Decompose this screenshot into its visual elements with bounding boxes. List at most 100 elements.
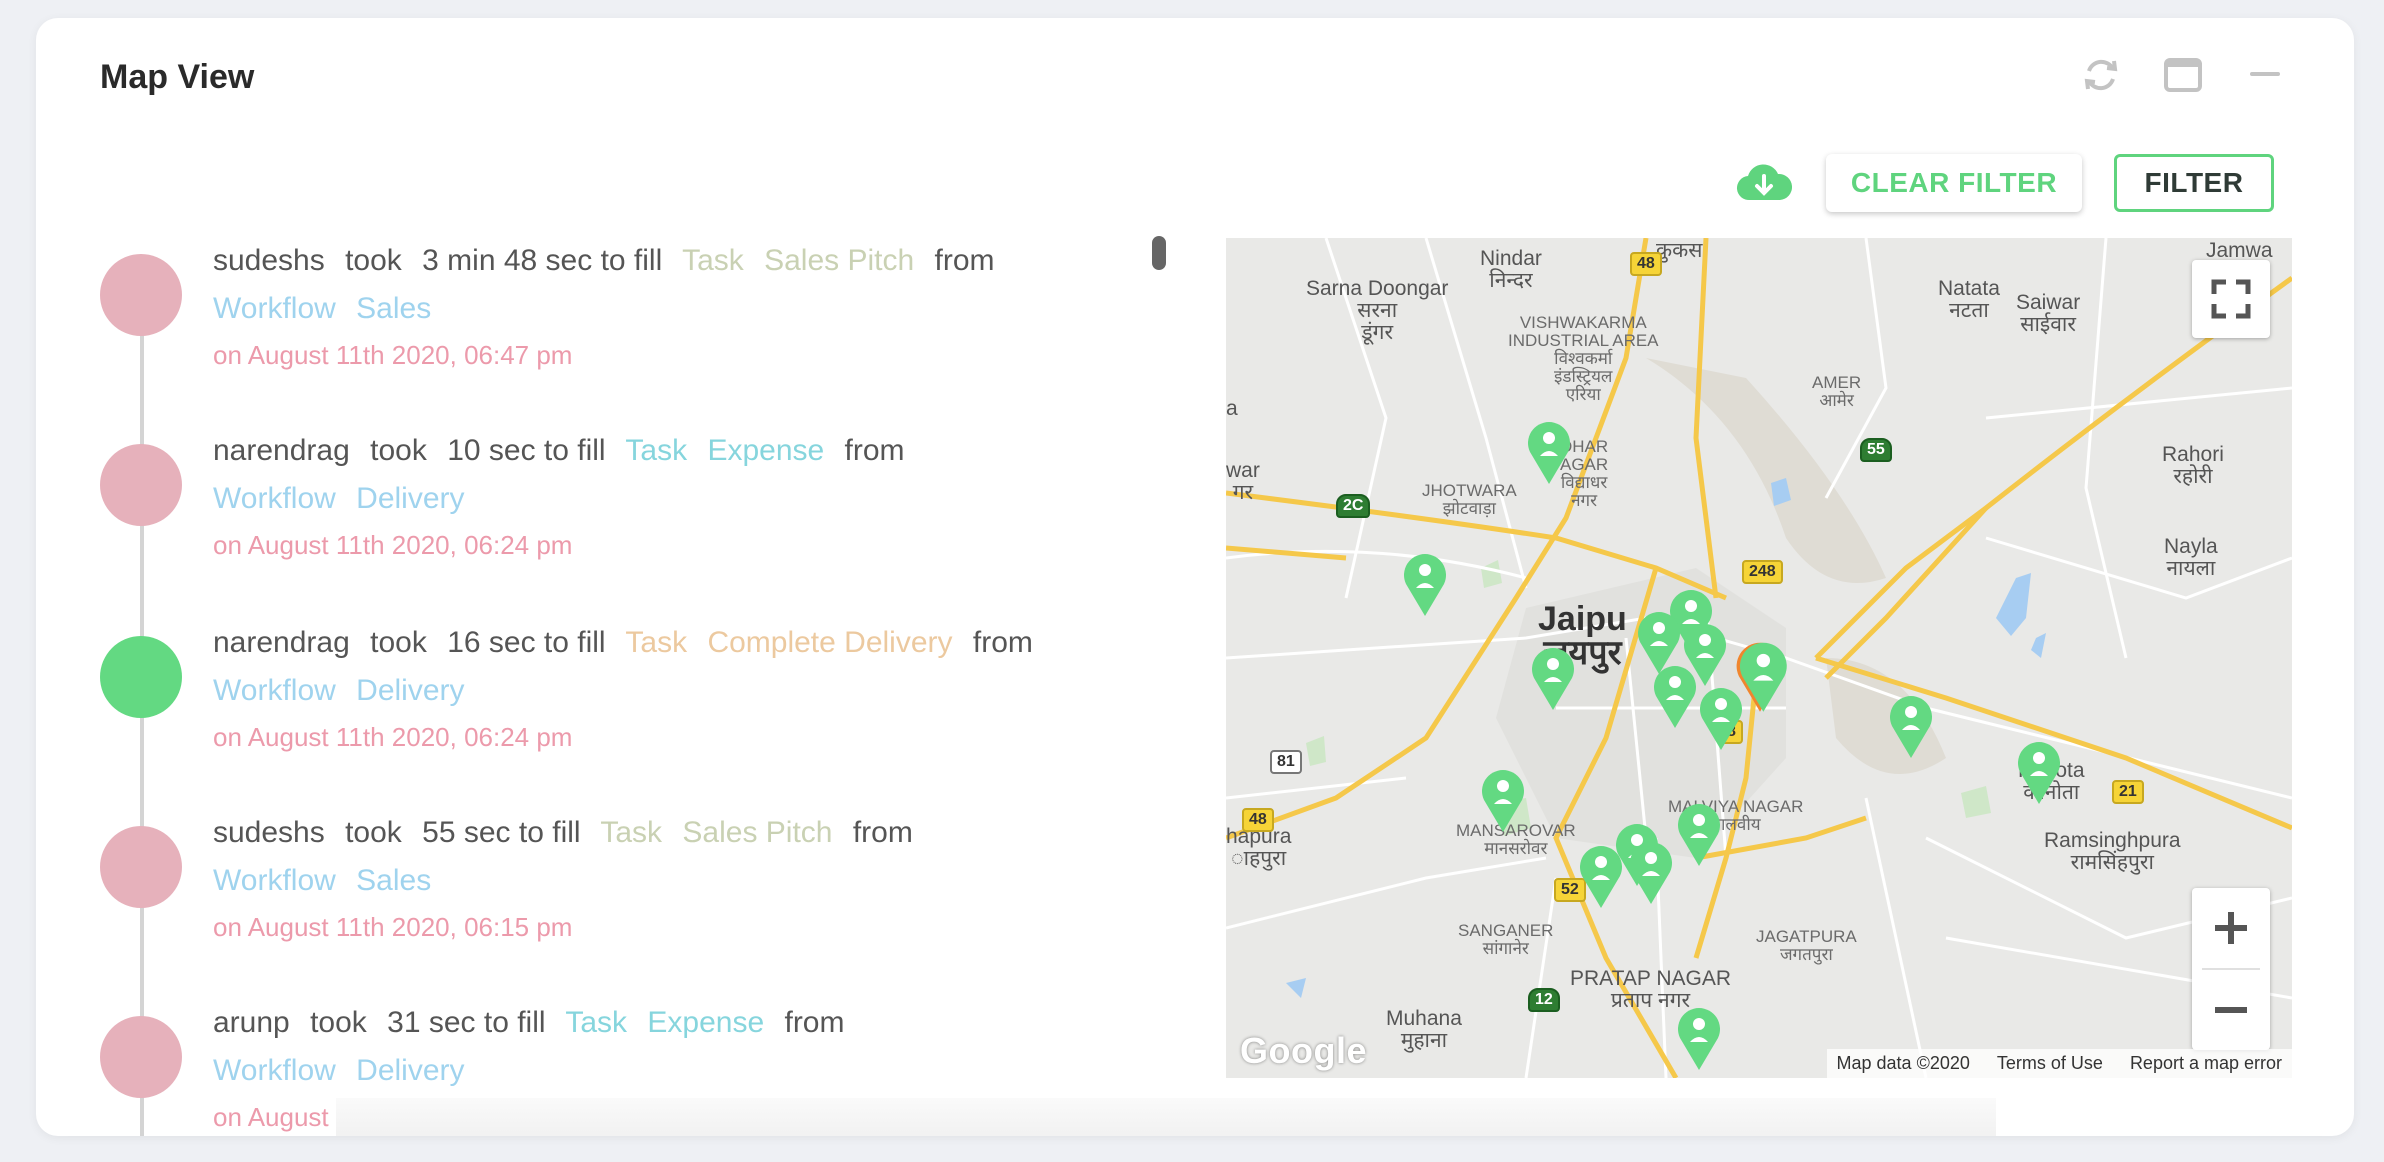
workflow-name[interactable]: Sales — [356, 864, 431, 897]
workflow-name[interactable]: Sales — [356, 292, 431, 325]
entry-user: narendrag — [213, 626, 350, 659]
task-tag[interactable]: Task — [682, 244, 744, 277]
workflow-tag[interactable]: Workflow — [213, 674, 336, 707]
map-marker-icon[interactable] — [1528, 642, 1578, 712]
card-bottom-shadow — [336, 1098, 1996, 1136]
entry-took: took — [370, 626, 427, 659]
map-label-a: a — [1226, 397, 1238, 420]
map-label-vishwakarma: VISHWAKARMA INDUSTRIAL AREA विश्वकर्मा इंडस… — [1508, 313, 1659, 404]
entry-took: took — [345, 244, 402, 277]
workflow-tag[interactable]: Workflow — [213, 1054, 336, 1087]
map-marker-icon[interactable] — [1524, 416, 1574, 486]
map-marker-icon[interactable] — [1400, 548, 1450, 618]
entry-summary: narendrag took 10 sec to fill Task Expen… — [213, 434, 917, 468]
entry-took: took — [370, 434, 427, 467]
fullscreen-button[interactable] — [2192, 260, 2270, 338]
workflow-tag[interactable]: Workflow — [213, 482, 336, 515]
activity-timeline: sudeshs took 3 min 48 sec to fill Task S… — [36, 228, 1186, 1136]
entry-workflow: Workflow Delivery — [213, 674, 477, 708]
map-view-card: Map View CLEAR FILTER FILTER sudeshs too… — [36, 18, 2354, 1136]
highway-shield: 21 — [2112, 780, 2144, 804]
map-marker-icon[interactable] — [1478, 764, 1528, 834]
workflow-tag[interactable]: Workflow — [213, 292, 336, 325]
entry-duration: 3 min 48 sec to fill — [422, 244, 663, 277]
entry-workflow: Workflow Delivery — [213, 482, 477, 516]
zoom-out-icon[interactable] — [2192, 970, 2270, 1050]
timeline-scrollbar[interactable] — [1152, 236, 1166, 270]
task-name[interactable]: Complete Delivery — [707, 626, 952, 659]
map-label-sanganer: SANGANER सांगानेर — [1458, 921, 1554, 958]
timeline-entry: narendrag took 16 sec to fill Task Compl… — [36, 626, 1136, 796]
task-name[interactable]: Sales Pitch — [682, 816, 832, 849]
map-label-saiwar: Saiwar साईवार — [2016, 291, 2081, 336]
highway-shield: 48 — [1242, 808, 1274, 832]
entry-date: on August 11th 2020, 06:24 pm — [213, 722, 573, 752]
entry-user: narendrag — [213, 434, 350, 467]
map-marker-icon[interactable] — [1696, 682, 1746, 752]
map-marker-icon[interactable] — [1576, 840, 1626, 910]
zoom-control — [2192, 888, 2270, 1050]
task-name[interactable]: Expense — [707, 434, 824, 467]
refresh-icon[interactable] — [2080, 54, 2122, 96]
maximize-window-icon[interactable] — [2162, 54, 2204, 96]
cloud-download-icon[interactable] — [1736, 162, 1792, 206]
map-marker-icon[interactable] — [2014, 736, 2064, 806]
map-label-jhotwara: JHOTWARA झोटवाड़ा — [1422, 481, 1517, 518]
highway-shield: 81 — [1270, 750, 1302, 774]
task-name[interactable]: Sales Pitch — [764, 244, 914, 277]
zoom-in-icon[interactable] — [2192, 888, 2270, 968]
map-marker-icon[interactable] — [1650, 660, 1700, 730]
entry-from: from — [784, 1006, 845, 1039]
map-canvas[interactable]: Nindar निन्दर Sarna Doongar सरना डूंगर VISH… — [1226, 238, 2292, 1078]
map-label-sarna: Sarna Doongar सरना डूंगर — [1306, 277, 1449, 344]
entry-from: from — [852, 816, 913, 849]
entry-duration: 10 sec to fill — [447, 434, 606, 467]
timeline-entry: sudeshs took 3 min 48 sec to fill Task S… — [36, 244, 1136, 414]
entry-took: took — [345, 816, 402, 849]
report-map-error-link[interactable]: Report a map error — [2130, 1053, 2282, 1073]
map-label-muhana: Muhana मुहाना — [1386, 1007, 1462, 1052]
entry-from: from — [972, 626, 1033, 659]
timeline-dot — [100, 444, 182, 526]
task-tag[interactable]: Task — [625, 434, 687, 467]
entry-summary: sudeshs took 55 sec to fill Task Sales P… — [213, 816, 925, 850]
map-label-natata: Natata नटता — [1938, 277, 2000, 322]
page-title: Map View — [100, 58, 255, 96]
terms-of-use-link[interactable]: Terms of Use — [1997, 1053, 2103, 1073]
workflow-name[interactable]: Delivery — [356, 1054, 464, 1087]
entry-summary: narendrag took 16 sec to fill Task Compl… — [213, 626, 1045, 660]
map-label-ramsinghpura: Ramsinghpura रामसिंहपुरा — [2044, 829, 2181, 874]
task-tag[interactable]: Task — [625, 626, 687, 659]
clear-filter-button[interactable]: CLEAR FILTER — [1826, 154, 2082, 212]
minimize-icon[interactable] — [2244, 54, 2286, 96]
map-marker-icon[interactable] — [1674, 1002, 1724, 1072]
task-name[interactable]: Expense — [647, 1006, 764, 1039]
map-marker-icon[interactable] — [1674, 798, 1724, 868]
map-attribution: Map data ©2020 Terms of Use Report a map… — [1826, 1049, 2292, 1078]
workflow-name[interactable]: Delivery — [356, 674, 464, 707]
map-label-jagatpura: JAGATPURA जगतपुरा — [1756, 927, 1857, 964]
map-marker-icon[interactable] — [1886, 690, 1936, 760]
timeline-entry: sudeshs took 55 sec to fill Task Sales P… — [36, 816, 1136, 986]
workflow-tag[interactable]: Workflow — [213, 864, 336, 897]
entry-summary: sudeshs took 3 min 48 sec to fill Task S… — [213, 244, 1007, 278]
entry-summary: arunp took 31 sec to fill Task Expense f… — [213, 1006, 856, 1040]
highway-shield: 48 — [1630, 252, 1662, 276]
entry-workflow: Workflow Delivery — [213, 1054, 477, 1088]
entry-duration: 16 sec to fill — [447, 626, 606, 659]
entry-date: on August 11th 2020, 06:15 pm — [213, 912, 573, 942]
timeline-dot — [100, 254, 182, 336]
fullscreen-icon — [2211, 279, 2251, 319]
task-tag[interactable]: Task — [565, 1006, 627, 1039]
entry-date: on August 11th 2020, 06:24 pm — [213, 530, 573, 560]
entry-workflow: Workflow Sales — [213, 864, 443, 898]
entry-from: from — [934, 244, 995, 277]
google-logo: Google — [1240, 1030, 1367, 1071]
entry-user: sudeshs — [213, 244, 325, 277]
workflow-name[interactable]: Delivery — [356, 482, 464, 515]
map-marker-icon[interactable] — [1626, 836, 1676, 906]
timeline-dot — [100, 826, 182, 908]
map-label-hapura: hapuraाहपुरा — [1226, 825, 1292, 870]
filter-button[interactable]: FILTER — [2114, 154, 2274, 212]
task-tag[interactable]: Task — [600, 816, 662, 849]
